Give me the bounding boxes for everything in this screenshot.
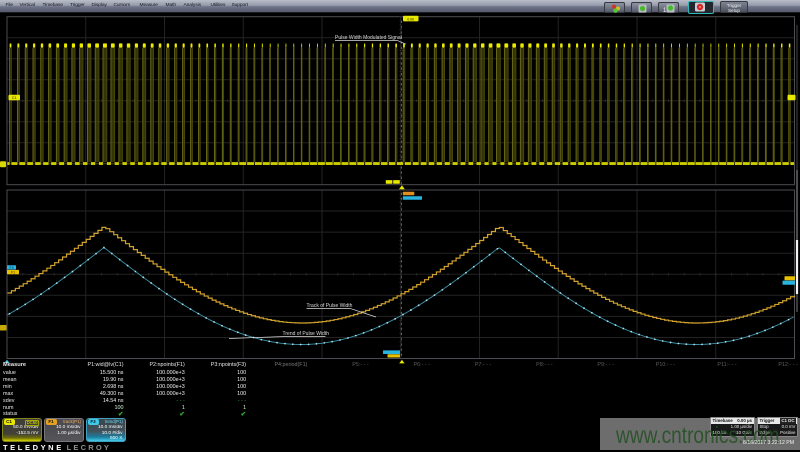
svg-text:F1: F1	[11, 271, 15, 275]
svg-text:1: 1	[663, 8, 667, 14]
svg-text:0.00: 0.00	[407, 17, 414, 21]
svg-text:F3: F3	[10, 266, 14, 270]
svg-text:C1: C1	[12, 96, 17, 100]
